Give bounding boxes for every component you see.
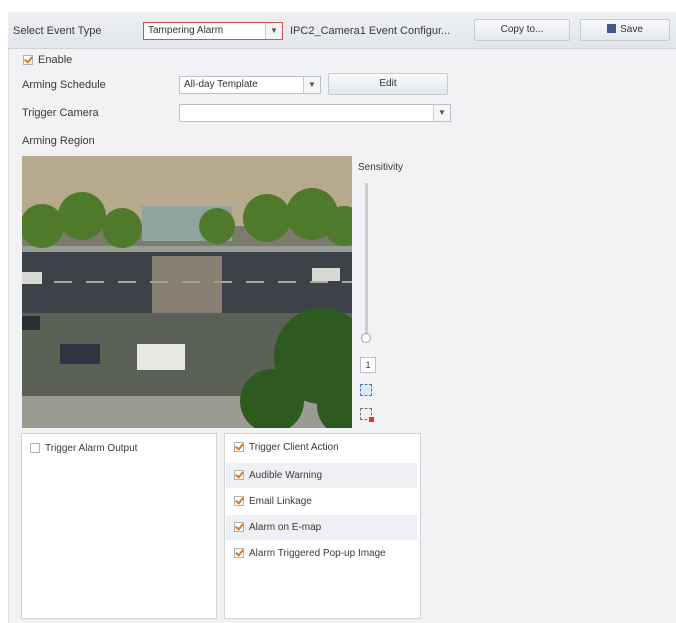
enable-checkbox-row[interactable]: Enable bbox=[23, 54, 72, 66]
chevron-down-icon: ▼ bbox=[303, 77, 320, 93]
enable-label: Enable bbox=[38, 54, 73, 66]
trigger-client-action-label: Trigger Client Action bbox=[249, 442, 339, 453]
alarm-on-emap-label: Alarm on E-map bbox=[249, 522, 322, 533]
copy-to-label: Copy to... bbox=[500, 24, 544, 35]
list-item[interactable]: Alarm on E-map bbox=[226, 515, 417, 540]
sensitivity-value: 1 bbox=[360, 357, 376, 373]
email-linkage-checkbox[interactable] bbox=[234, 496, 244, 507]
trigger-camera-select[interactable]: ▼ bbox=[179, 104, 451, 122]
list-item[interactable]: Alarm Triggered Pop-up Image bbox=[226, 541, 417, 566]
copy-to-button[interactable]: Copy to... bbox=[474, 19, 570, 41]
audible-warning-checkbox[interactable] bbox=[234, 470, 244, 481]
edit-button[interactable]: Edit bbox=[328, 73, 448, 95]
street-scene-illustration bbox=[22, 156, 352, 428]
email-linkage-label: Email Linkage bbox=[249, 496, 312, 507]
arming-schedule-value: All-day Template bbox=[184, 79, 258, 90]
arming-schedule-select[interactable]: All-day Template ▼ bbox=[179, 76, 321, 94]
event-type-value: Tampering Alarm bbox=[148, 25, 224, 36]
alarm-on-emap-checkbox[interactable] bbox=[234, 522, 244, 533]
camera-preview-image[interactable] bbox=[22, 156, 352, 428]
sensitivity-label: Sensitivity bbox=[358, 162, 404, 173]
chevron-down-icon: ▼ bbox=[265, 23, 282, 39]
trigger-client-action-checkbox[interactable] bbox=[234, 442, 244, 453]
popup-image-checkbox[interactable] bbox=[234, 548, 244, 559]
client-action-panel: Trigger Client Action Audible Warning Em… bbox=[224, 433, 421, 619]
trigger-alarm-output-row[interactable]: Trigger Alarm Output bbox=[30, 443, 137, 454]
trigger-camera-label: Trigger Camera bbox=[22, 107, 99, 119]
list-item[interactable]: Email Linkage bbox=[226, 489, 417, 514]
draw-area-icon[interactable] bbox=[360, 384, 372, 396]
clear-area-icon[interactable] bbox=[360, 408, 374, 422]
audible-warning-label: Audible Warning bbox=[249, 470, 323, 481]
trigger-alarm-output-label: Trigger Alarm Output bbox=[45, 443, 138, 454]
arming-region-label: Arming Region bbox=[22, 135, 95, 147]
alarm-output-panel: Trigger Alarm Output bbox=[21, 433, 217, 619]
chevron-down-icon: ▼ bbox=[433, 105, 450, 121]
camera-config-title: IPC2_Camera1 Event Configur... bbox=[290, 25, 451, 37]
edit-label: Edit bbox=[379, 78, 397, 89]
save-icon bbox=[607, 23, 617, 33]
select-event-type-label: Select Event Type bbox=[13, 25, 102, 37]
trigger-alarm-output-checkbox[interactable] bbox=[30, 443, 40, 454]
list-item[interactable]: Audible Warning bbox=[226, 463, 417, 488]
sensitivity-slider-handle[interactable] bbox=[361, 333, 371, 343]
sensitivity-slider-track[interactable] bbox=[365, 183, 368, 340]
clear-x-icon bbox=[369, 417, 374, 422]
trigger-client-action-row[interactable]: Trigger Client Action bbox=[226, 435, 417, 460]
popup-image-label: Alarm Triggered Pop-up Image bbox=[249, 548, 386, 559]
save-label: Save bbox=[620, 24, 643, 35]
arming-schedule-label: Arming Schedule bbox=[22, 79, 106, 91]
save-button[interactable]: Save bbox=[580, 19, 670, 41]
event-type-select[interactable]: Tampering Alarm ▼ bbox=[143, 22, 283, 40]
enable-checkbox[interactable] bbox=[23, 55, 33, 66]
